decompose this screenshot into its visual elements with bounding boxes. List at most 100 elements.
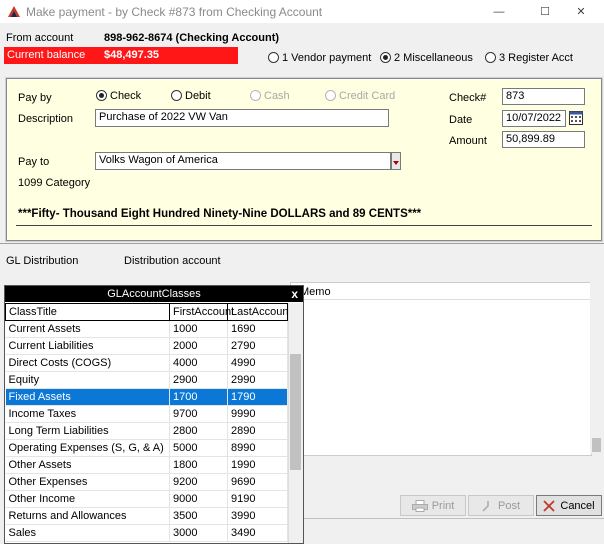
cell-last-account: 2890 xyxy=(227,422,288,440)
cell-first-account: 3500 xyxy=(169,507,228,525)
cell-class-title: Income Taxes xyxy=(5,405,170,423)
pay-by-debit[interactable]: Debit xyxy=(171,90,211,102)
cell-last-account: 2990 xyxy=(227,371,288,389)
cell-class-title: Returns and Allowances xyxy=(5,507,170,525)
pay-to-input[interactable]: Volks Wagon of America xyxy=(95,152,391,170)
payment-type-register[interactable]: 3 Register Acct xyxy=(485,52,573,64)
table-row[interactable]: Direct Costs (COGS) 4000 4990 xyxy=(5,354,288,372)
table-row[interactable]: Current Liabilities 2000 2790 xyxy=(5,337,288,355)
table-row[interactable]: Current Assets 1000 1690 xyxy=(5,320,288,338)
pay-by-option-label: Debit xyxy=(185,90,211,102)
radio-icon xyxy=(171,90,182,101)
column-header-first-account[interactable]: FirstAccount xyxy=(169,303,234,321)
pay-by-cash: Cash xyxy=(250,90,290,102)
cell-first-account: 9200 xyxy=(169,473,228,491)
pay-to-dropdown-button[interactable] xyxy=(391,152,401,170)
cell-last-account: 8990 xyxy=(227,439,288,457)
table-row[interactable]: Other Income 9000 9190 xyxy=(5,490,288,508)
printer-icon xyxy=(411,499,428,512)
close-window-button[interactable]: ✕ xyxy=(558,0,604,23)
post-button[interactable]: Post xyxy=(468,495,534,516)
column-header-last-account[interactable]: LastAccount xyxy=(227,303,292,321)
radio-disabled-icon xyxy=(325,90,336,101)
amount-input[interactable]: 50,899.89 xyxy=(502,131,585,148)
scrollbar-thumb[interactable] xyxy=(592,438,601,452)
current-balance-bar: Current balance $48,497.35 xyxy=(4,47,238,64)
gl-account-classes-popup[interactable]: GLAccountClasses x ClassTitle FirstAccou… xyxy=(4,285,304,544)
post-label: Post xyxy=(497,499,520,512)
chevron-down-icon xyxy=(393,161,399,165)
cell-first-account: 2800 xyxy=(169,422,228,440)
pay-to-label: Pay to xyxy=(18,156,50,168)
cell-class-title: Other Assets xyxy=(5,456,170,474)
check-number-input[interactable]: 873 xyxy=(502,88,585,105)
table-row[interactable]: Other Expenses 9200 9690 xyxy=(5,473,288,491)
table-row[interactable]: Income Taxes 9700 9990 xyxy=(5,405,288,423)
minimize-button[interactable]: — xyxy=(476,0,522,23)
table-row[interactable]: Other Assets 1800 1990 xyxy=(5,456,288,474)
category-label: 1099 Category xyxy=(18,177,91,189)
cell-class-title: Fixed Assets xyxy=(5,388,170,406)
divider xyxy=(291,299,591,300)
current-balance-label: Current balance xyxy=(7,49,86,61)
table-row[interactable]: Equity 2900 2990 xyxy=(5,371,288,389)
payment-type-label: 2 Miscellaneous xyxy=(394,52,473,64)
print-button[interactable]: Print xyxy=(400,495,466,516)
table-row[interactable]: Returns and Allowances 3500 3990 xyxy=(5,507,288,525)
minimize-icon: — xyxy=(493,5,505,18)
cell-class-title: Long Term Liabilities xyxy=(5,422,170,440)
cell-last-account: 9990 xyxy=(227,405,288,423)
popup-close-button[interactable]: x xyxy=(291,286,298,302)
radio-selected-icon xyxy=(96,90,107,101)
payment-type-vendor[interactable]: 1 Vendor payment xyxy=(268,52,371,64)
date-input[interactable]: 10/07/2022 xyxy=(502,110,566,127)
cell-last-account: 9190 xyxy=(227,490,288,508)
pay-by-option-label: Cash xyxy=(264,90,290,102)
description-input[interactable]: Purchase of 2022 VW Van xyxy=(95,109,389,127)
table-row[interactable]: Long Term Liabilities 2800 2890 xyxy=(5,422,288,440)
memo-column-header: Memo xyxy=(300,286,331,298)
cell-first-account: 1800 xyxy=(169,456,228,474)
app-logo-icon xyxy=(8,6,20,17)
divider xyxy=(0,243,604,244)
payment-type-miscellaneous[interactable]: 2 Miscellaneous xyxy=(380,52,473,64)
divider xyxy=(302,518,604,519)
cell-last-account: 2790 xyxy=(227,337,288,355)
divider xyxy=(16,225,592,226)
payment-type-label: 3 Register Acct xyxy=(499,52,573,64)
cell-class-title: Current Assets xyxy=(5,320,170,338)
radio-icon xyxy=(485,52,496,63)
payment-type-label: 1 Vendor payment xyxy=(282,52,372,64)
radio-selected-icon xyxy=(380,52,391,63)
cell-first-account: 5000 xyxy=(169,439,228,457)
pay-by-check[interactable]: Check xyxy=(96,90,141,102)
distribution-grid[interactable]: Memo xyxy=(290,282,592,456)
cell-first-account: 1700 xyxy=(169,388,228,406)
cell-last-account: 3990 xyxy=(227,507,288,525)
table-row[interactable]: Sales 3000 3490 xyxy=(5,524,288,542)
table-row[interactable]: Fixed Assets 1700 1790 xyxy=(5,388,288,406)
cell-class-title: Current Liabilities xyxy=(5,337,170,355)
cell-first-account: 9700 xyxy=(169,405,228,423)
calendar-icon[interactable] xyxy=(569,110,583,125)
cell-first-account: 2000 xyxy=(169,337,228,355)
pay-by-option-label: Credit Card xyxy=(339,90,396,102)
pay-by-credit-card: Credit Card xyxy=(325,90,395,102)
payment-details-panel: Pay by Check Debit Cash Credit Card Desc… xyxy=(6,78,602,241)
cell-last-account: 4990 xyxy=(227,354,288,372)
print-label: Print xyxy=(431,499,455,512)
grid-scrollbar[interactable] xyxy=(590,282,603,454)
cell-last-account: 9690 xyxy=(227,473,288,491)
cancel-label: Cancel xyxy=(560,499,595,512)
cell-first-account: 3000 xyxy=(169,524,228,542)
scrollbar-thumb[interactable] xyxy=(290,354,301,470)
cell-class-title: Direct Costs (COGS) xyxy=(5,354,170,372)
cell-first-account: 2900 xyxy=(169,371,228,389)
popup-title: GLAccountClasses xyxy=(107,288,201,300)
cancel-x-icon xyxy=(543,499,556,512)
cell-class-title: Other Income xyxy=(5,490,170,508)
table-row[interactable]: Operating Expenses (S, G, & A) 5000 8990 xyxy=(5,439,288,457)
maximize-icon: ☐ xyxy=(540,6,550,18)
cancel-button[interactable]: Cancel xyxy=(536,495,602,516)
column-header-class-title[interactable]: ClassTitle xyxy=(5,303,170,321)
